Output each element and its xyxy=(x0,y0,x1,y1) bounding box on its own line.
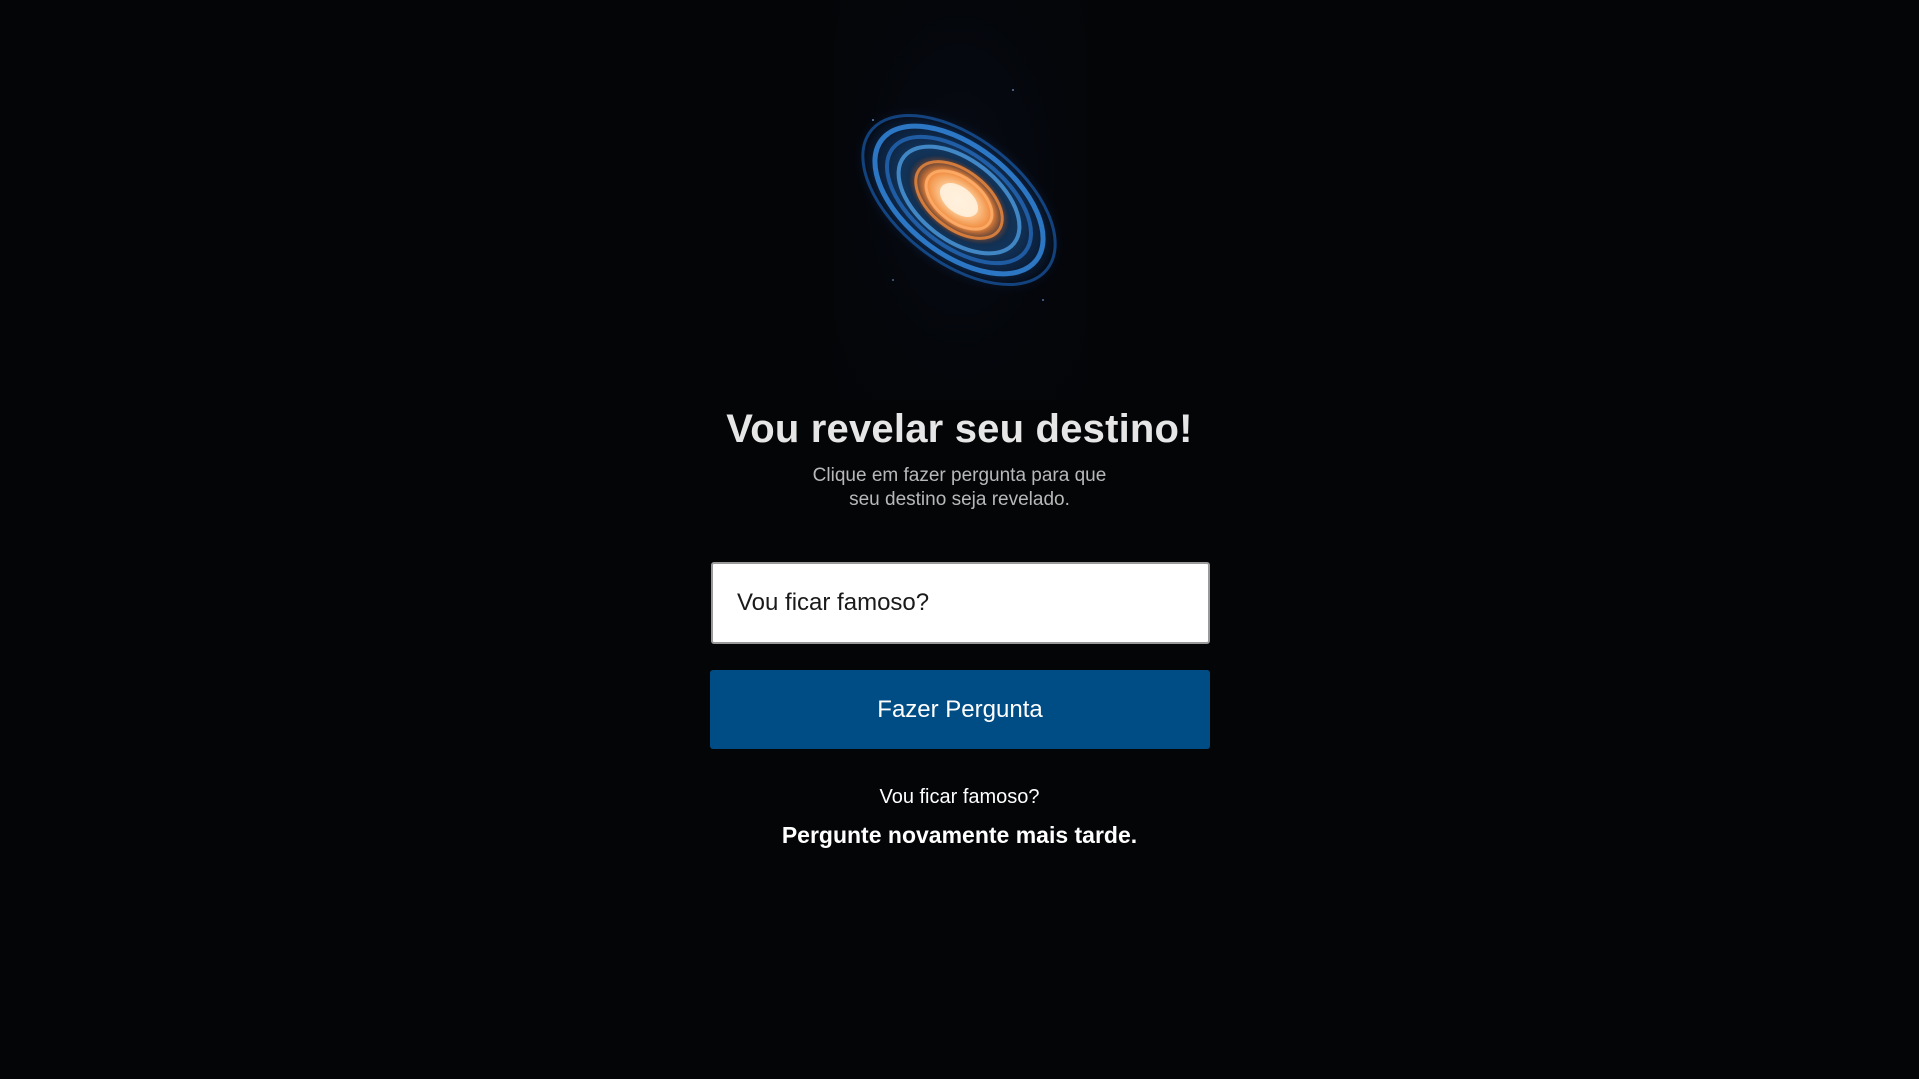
ask-question-button[interactable]: Fazer Pergunta xyxy=(710,670,1210,749)
page-subtitle: Clique em fazer pergunta para que seu de… xyxy=(0,464,1919,512)
asked-question-text: Vou ficar famoso? xyxy=(879,786,1040,808)
subtitle-line-1: Clique em fazer pergunta para que xyxy=(812,465,1107,486)
answer-text: Pergunte novamente mais tarde. xyxy=(781,822,1138,848)
question-input[interactable] xyxy=(711,562,1210,644)
galaxy-image xyxy=(833,0,1087,400)
subtitle-line-2: seu destino seja revelado. xyxy=(849,489,1070,510)
page: Vou revelar seu destino! Clique em fazer… xyxy=(0,0,1919,1079)
page-title: Vou revelar seu destino! xyxy=(726,407,1193,451)
galaxy-icon xyxy=(853,89,1065,301)
